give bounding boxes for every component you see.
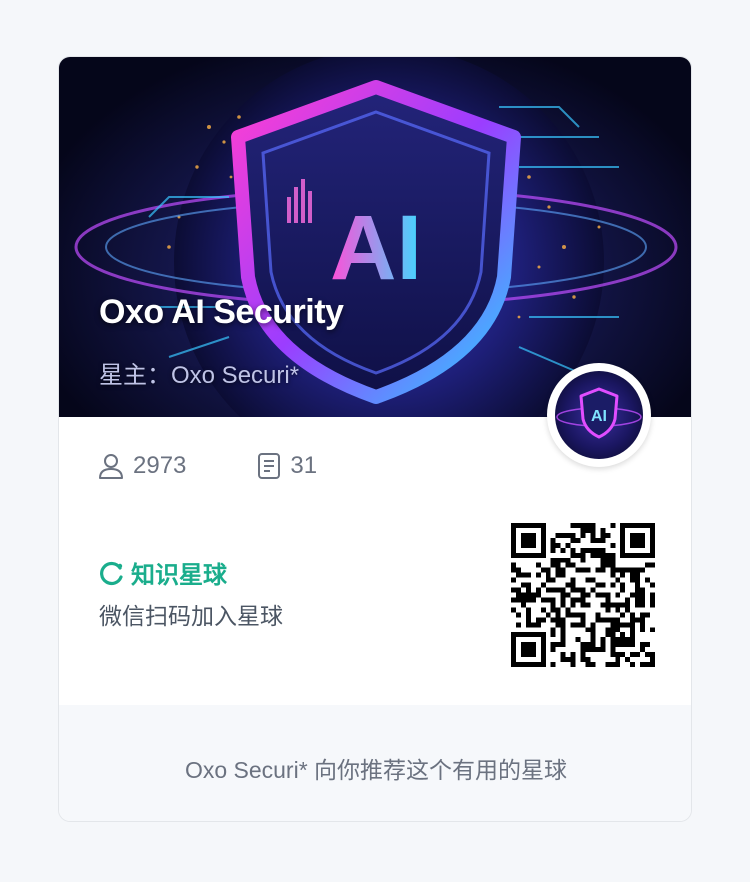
avatar-ai-text: AI — [591, 408, 607, 425]
banner-ai-text: AI — [330, 197, 422, 299]
posts-count: 31 — [290, 452, 318, 479]
planet-share-card: AI Oxo AI Security 星主：Oxo Securi* AI 297… — [58, 56, 692, 822]
avatar[interactable]: AI — [547, 363, 651, 467]
posts-stat: 31 — [256, 452, 317, 480]
planet-owner: 星主：Oxo Securi* — [99, 362, 300, 389]
members-stat: 2973 — [97, 452, 186, 480]
user-icon — [99, 454, 123, 479]
qr-code[interactable] — [511, 523, 655, 667]
brand-label: 知识星球 — [99, 555, 227, 590]
avatar-image: AI — [555, 371, 643, 459]
document-icon — [258, 453, 281, 479]
recommendation-text: Oxo Securi* 向你推荐这个有用的星球 — [184, 757, 568, 783]
planet-title: Oxo AI Security — [99, 293, 344, 331]
zsxq-logo-icon — [100, 561, 123, 585]
members-count: 2973 — [133, 452, 187, 479]
stats-bar: 2973 31 — [97, 449, 317, 483]
brand-name: 知识星球 — [131, 562, 227, 589]
footer: Oxo Securi* 向你推荐这个有用的星球 — [59, 705, 691, 821]
join-instructions: 微信扫码加入星球 — [99, 603, 283, 629]
